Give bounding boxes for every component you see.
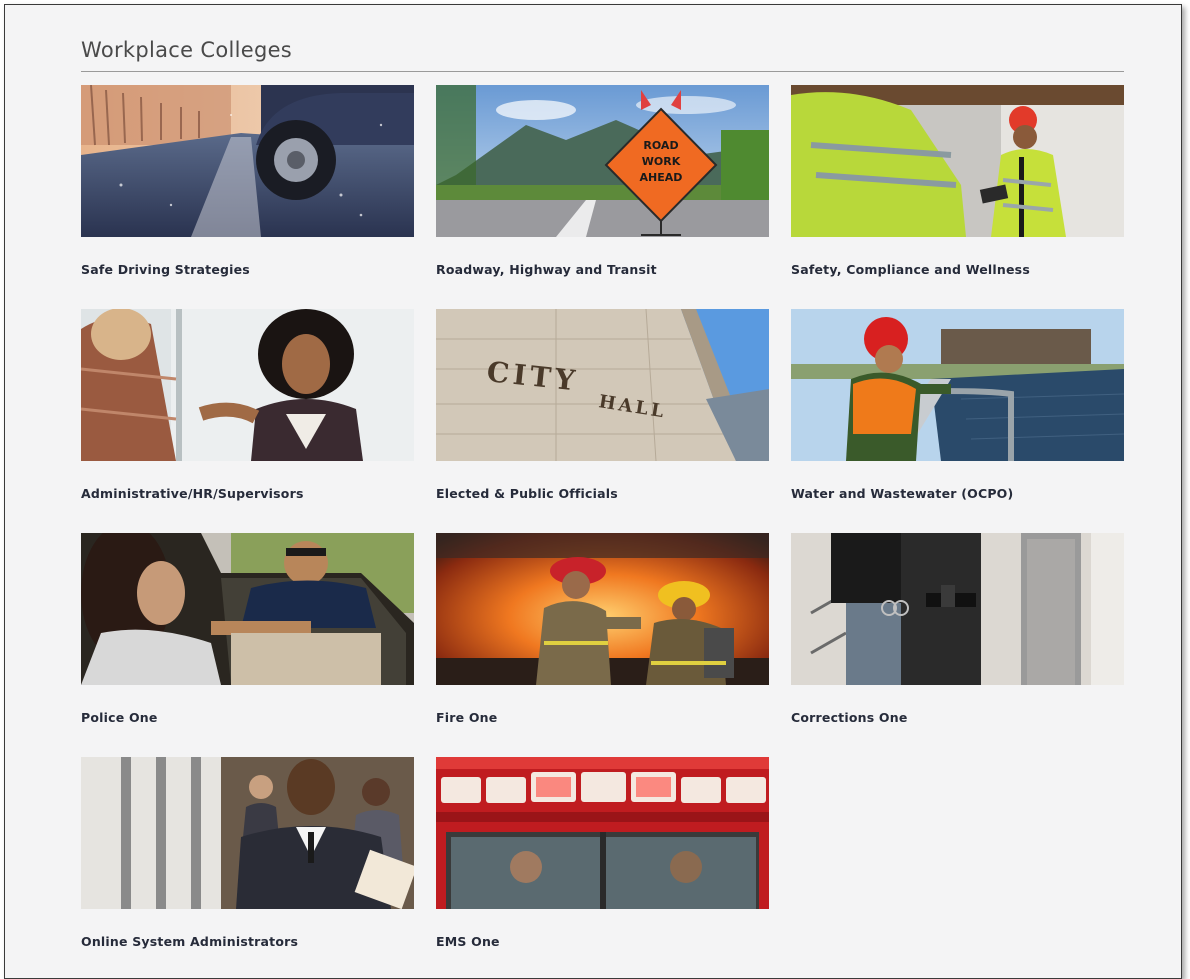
firefighters-image[interactable]	[436, 533, 769, 685]
police-traffic-stop-image[interactable]	[81, 533, 414, 685]
title-divider	[81, 71, 1124, 72]
road-sign-line-3: AHEAD	[640, 171, 683, 184]
college-card-ems[interactable]: EMS One	[436, 757, 769, 949]
card-label[interactable]: Water and Wastewater (OCPO)	[791, 486, 1124, 501]
college-card-fire[interactable]: Fire One	[436, 533, 769, 725]
college-card-online-admins[interactable]: Online System Administrators	[81, 757, 414, 949]
card-label[interactable]: Safety, Compliance and Wellness	[791, 262, 1124, 277]
college-card-safety[interactable]: Safety, Compliance and Wellness	[791, 85, 1124, 277]
card-label[interactable]: Police One	[81, 710, 414, 725]
card-label[interactable]: Online System Administrators	[81, 934, 414, 949]
card-label[interactable]: Corrections One	[791, 710, 1124, 725]
road-sign-line-1: ROAD	[643, 139, 678, 152]
business-man-image[interactable]	[81, 757, 414, 909]
card-label[interactable]: Fire One	[436, 710, 769, 725]
college-card-administrative[interactable]: Administrative/HR/Supervisors	[81, 309, 414, 501]
car-tire-on-road-image[interactable]	[81, 85, 414, 237]
handshake-image[interactable]	[81, 309, 414, 461]
workplace-colleges-panel: Workplace Colleges Safe Driving Strategi…	[4, 4, 1182, 979]
road-sign-line-2: WORK	[642, 155, 681, 168]
card-label[interactable]: Administrative/HR/Supervisors	[81, 486, 414, 501]
college-card-roadway[interactable]: ROAD WORK AHEAD Roadway, Highway and Tra…	[436, 85, 769, 277]
card-label[interactable]: Safe Driving Strategies	[81, 262, 414, 277]
card-label[interactable]: EMS One	[436, 934, 769, 949]
city-hall-image[interactable]: CITY HALL	[436, 309, 769, 461]
water-treatment-worker-image[interactable]	[791, 309, 1124, 461]
card-label[interactable]: Elected & Public Officials	[436, 486, 769, 501]
college-card-safe-driving[interactable]: Safe Driving Strategies	[81, 85, 414, 277]
corrections-officer-image[interactable]	[791, 533, 1124, 685]
college-card-elected-officials[interactable]: CITY HALL Elected & Public Officials	[436, 309, 769, 501]
road-work-sign-image[interactable]: ROAD WORK AHEAD	[436, 85, 769, 237]
card-label[interactable]: Roadway, Highway and Transit	[436, 262, 769, 277]
college-card-corrections[interactable]: Corrections One	[791, 533, 1124, 725]
college-card-water[interactable]: Water and Wastewater (OCPO)	[791, 309, 1124, 501]
section-title: Workplace Colleges	[81, 38, 293, 62]
ambulance-image[interactable]	[436, 757, 769, 909]
safety-workers-image[interactable]	[791, 85, 1124, 237]
college-card-police[interactable]: Police One	[81, 533, 414, 725]
